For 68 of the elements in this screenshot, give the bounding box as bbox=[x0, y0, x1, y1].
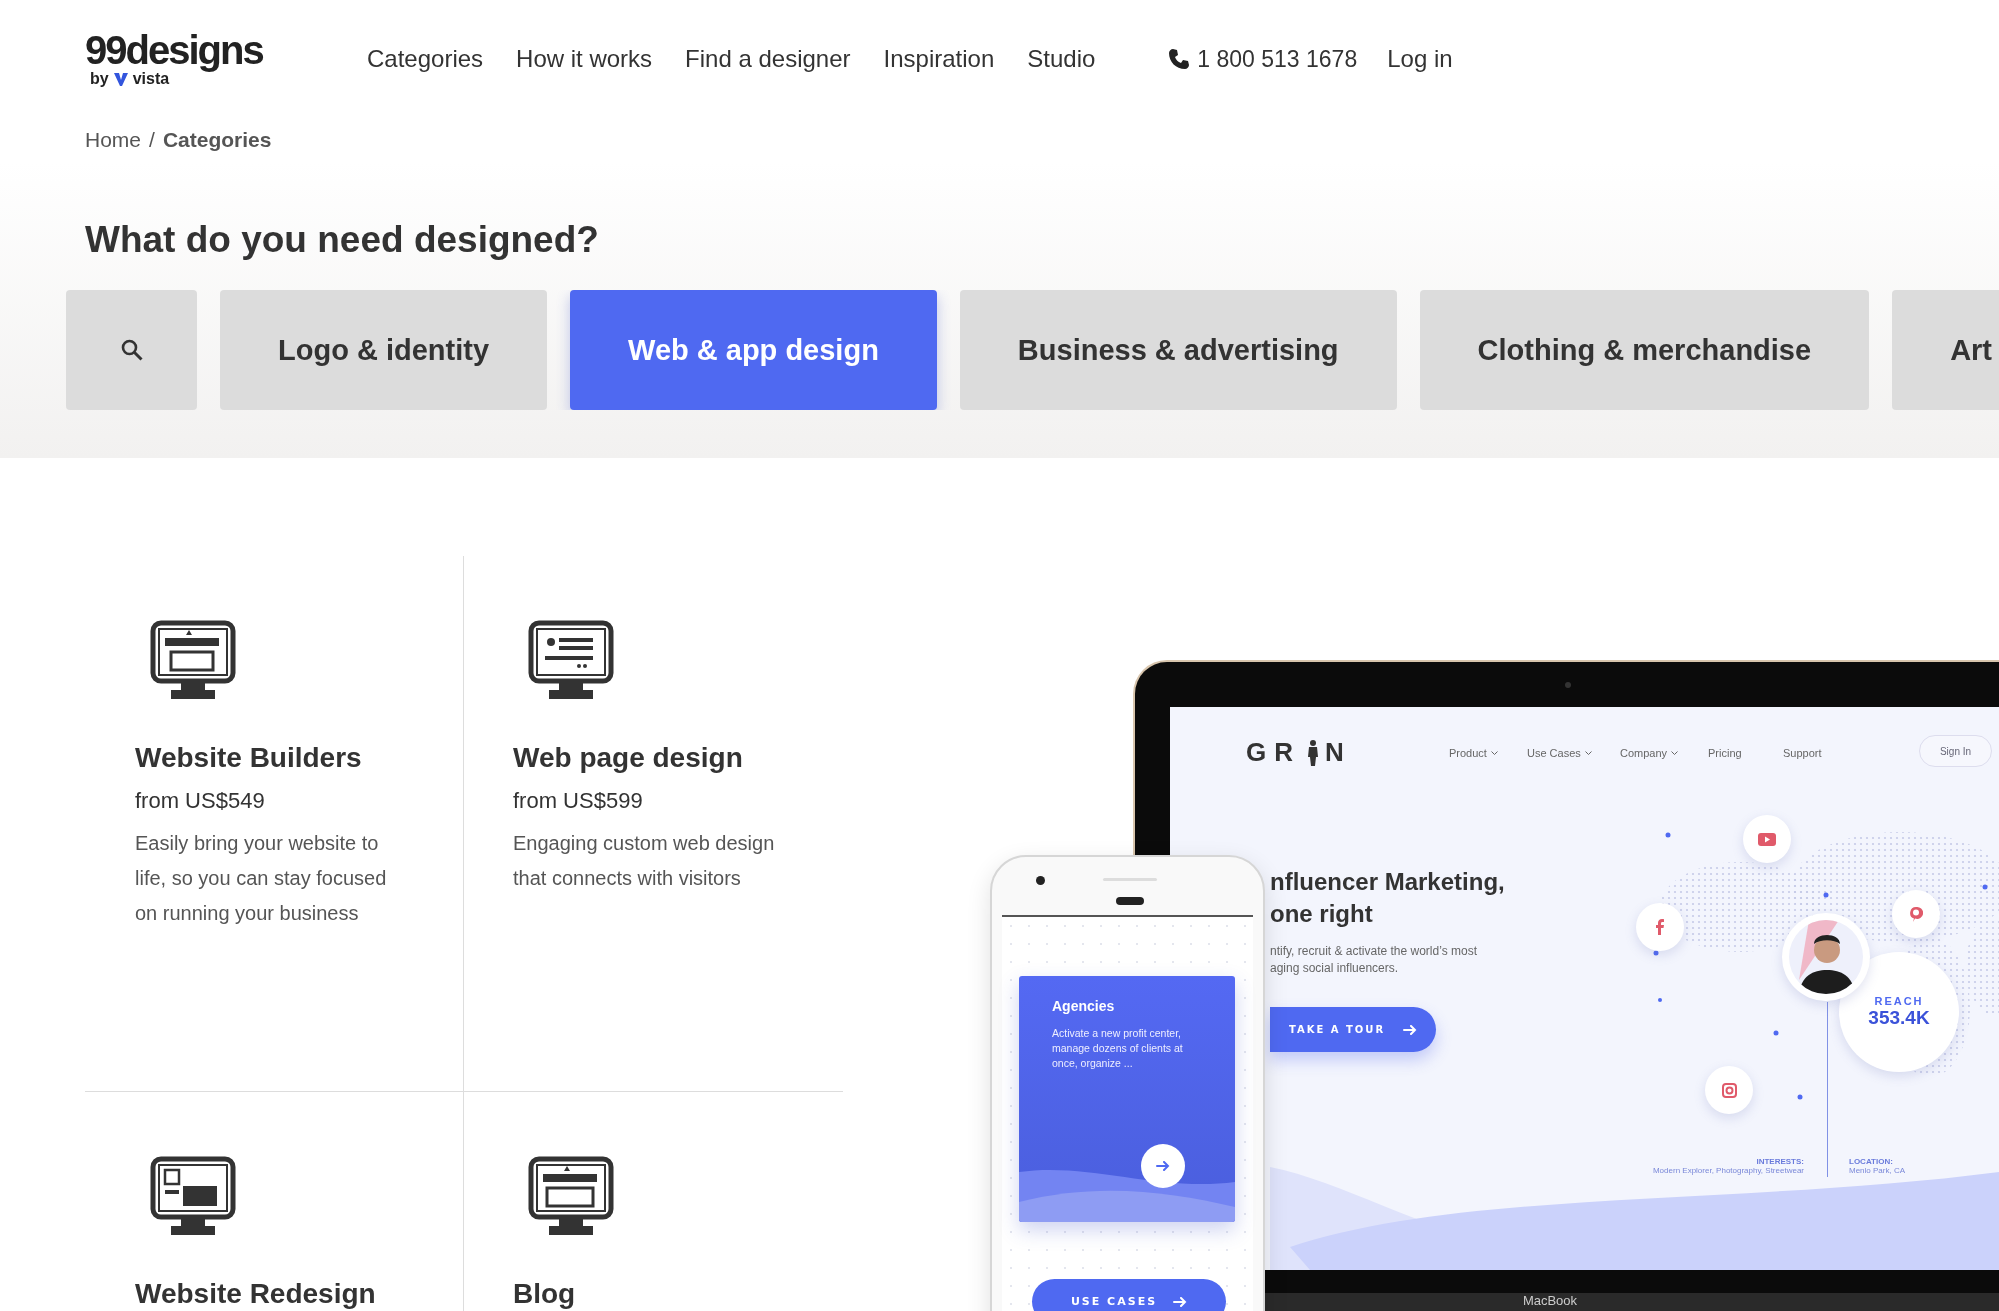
camera-icon bbox=[1721, 1082, 1737, 1098]
laptop-brand: MacBook bbox=[1522, 1293, 1578, 1310]
breadcrumb-link[interactable]: Categories bbox=[162, 128, 272, 152]
page-heading: What do you need designed? bbox=[85, 218, 600, 262]
sign-in-button[interactable]: Sign In bbox=[1919, 735, 1992, 767]
category-tab[interactable]: Web & app design bbox=[570, 290, 937, 410]
brand-name: vista bbox=[132, 70, 170, 88]
service-price: from US$599 bbox=[513, 787, 644, 815]
site-subtitle: ntify, recruit & activate the world’s most bbox=[1270, 943, 1477, 960]
next-button[interactable] bbox=[1141, 1144, 1185, 1188]
service-title[interactable]: Blog bbox=[513, 1274, 823, 1311]
site-subtitle: aging social influencers. bbox=[1270, 960, 1400, 977]
monitor-icon bbox=[149, 620, 237, 702]
location-value: Menlo Park, CA bbox=[1849, 1166, 1906, 1175]
reach-value: 353.4K bbox=[1868, 1007, 1930, 1029]
earpiece bbox=[1116, 897, 1144, 905]
monitor-icon bbox=[527, 620, 615, 702]
interests-label: INTERESTS: bbox=[1755, 1157, 1804, 1166]
site-nav-link[interactable]: Pricing bbox=[1708, 747, 1742, 759]
site-nav-link[interactable]: Support bbox=[1783, 747, 1822, 759]
logo-by-text: by bbox=[90, 70, 109, 88]
category-tab[interactable]: Business & advertising bbox=[959, 290, 1397, 410]
f-mark-icon bbox=[1656, 919, 1664, 935]
arrow-icon bbox=[1156, 1161, 1170, 1171]
site-headline: one right bbox=[1270, 899, 1374, 929]
interests-value: Modern Explorer, Photography, Streetwear bbox=[1651, 1166, 1804, 1175]
phone-number[interactable]: 1 800 513 1678 bbox=[1197, 45, 1358, 73]
nav-link[interactable]: Inspiration bbox=[883, 45, 995, 73]
site-headline: nfluencer Marketing, bbox=[1270, 867, 1505, 897]
pin-icon bbox=[1909, 906, 1923, 922]
arrow-icon bbox=[1403, 1024, 1418, 1035]
site-logo[interactable]: GR bbox=[1246, 737, 1301, 768]
tour-button[interactable]: TAKE A TOUR bbox=[1270, 1007, 1436, 1052]
service-price: from US$549 bbox=[135, 787, 266, 815]
front-camera bbox=[1036, 876, 1045, 885]
v-mark-icon bbox=[113, 72, 128, 86]
service-description: Easily bring your website to life, so you can stay focused on running your business bbox=[135, 831, 388, 926]
search-icon bbox=[119, 338, 144, 362]
location-label: LOCATION: bbox=[1849, 1157, 1894, 1166]
service-title[interactable]: Website Builders bbox=[135, 738, 443, 778]
use-cases-button[interactable]: USE CASES bbox=[1032, 1279, 1226, 1311]
service-title[interactable]: Website Redesign bbox=[135, 1274, 443, 1311]
person-icon bbox=[1307, 739, 1319, 766]
login-link[interactable]: Log in bbox=[1387, 45, 1453, 73]
nav-link[interactable]: Find a designer bbox=[685, 45, 851, 73]
site-nav-link[interactable]: Use Cases bbox=[1527, 747, 1581, 759]
nav-link[interactable]: How it works bbox=[516, 45, 653, 73]
reach-label: REACH bbox=[1874, 995, 1924, 1007]
service-title[interactable]: Web page design bbox=[513, 738, 823, 778]
play-icon bbox=[1758, 832, 1776, 846]
category-tab[interactable]: Clothing & merchandise bbox=[1419, 290, 1870, 410]
nav-link[interactable]: Studio bbox=[1027, 45, 1096, 73]
site-logo[interactable]: N bbox=[1325, 737, 1352, 768]
nav-link[interactable]: Categories bbox=[367, 45, 484, 73]
card-text: Activate a new profit center, manage dozens of clients at once, organize ... bbox=[1052, 1026, 1184, 1071]
site-nav-link[interactable]: Company bbox=[1620, 747, 1668, 759]
category-tab[interactable]: Art bbox=[1892, 290, 1999, 410]
logo[interactable]: 99designs bbox=[85, 30, 367, 70]
monitor-icon bbox=[149, 1156, 237, 1238]
service-description: Engaging custom web design that connects with visitors bbox=[513, 831, 775, 891]
phone-icon bbox=[1167, 47, 1192, 71]
breadcrumb-separator: / bbox=[149, 128, 155, 152]
monitor-icon bbox=[527, 1156, 615, 1238]
card-title: Agencies bbox=[1052, 998, 1116, 1014]
arrow-icon bbox=[1173, 1296, 1188, 1307]
breadcrumb-link[interactable]: Home bbox=[85, 128, 142, 152]
site-nav-link[interactable]: Product bbox=[1449, 747, 1487, 759]
category-tab[interactable]: Logo & identity bbox=[220, 290, 548, 410]
